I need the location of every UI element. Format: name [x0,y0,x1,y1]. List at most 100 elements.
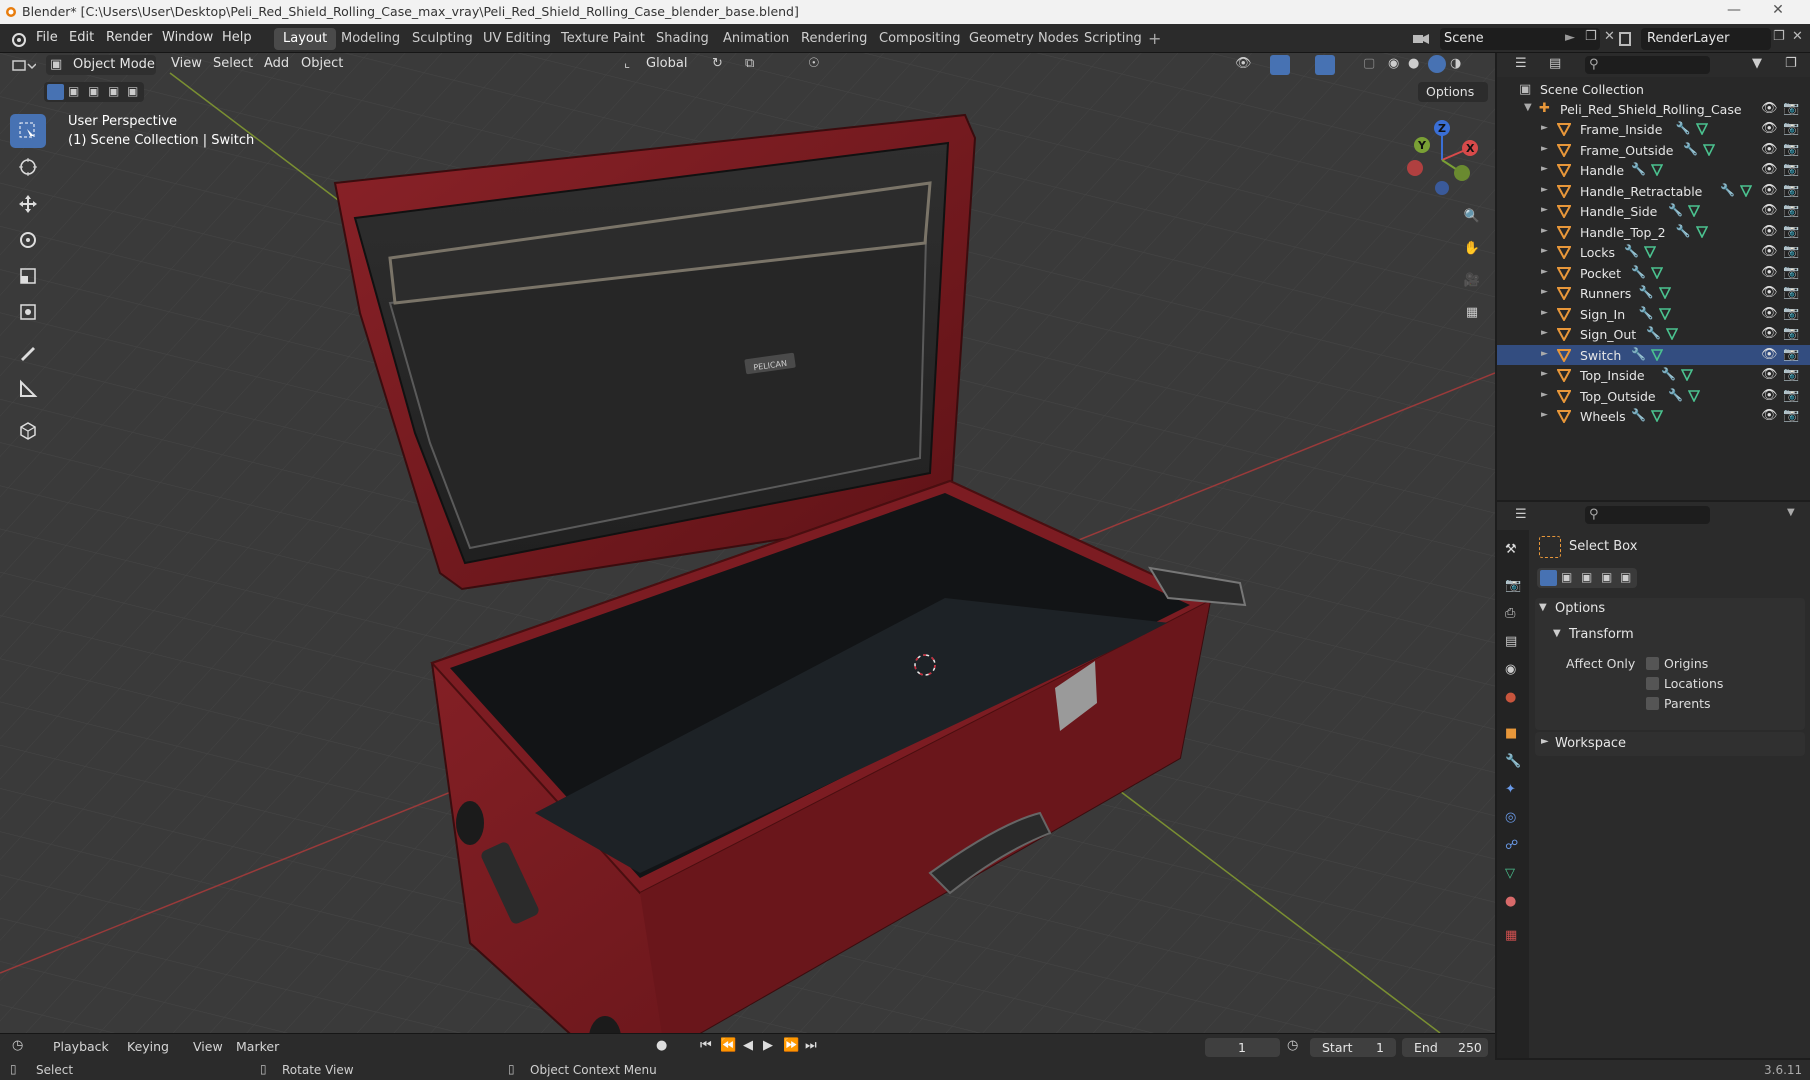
expand-arrow-icon[interactable]: ► [1541,287,1548,297]
tab-scripting[interactable]: Scripting [1075,28,1151,50]
modifier-wrench-icon[interactable]: 🔧 [1631,408,1646,422]
solid-shading-icon[interactable]: ● [1408,56,1419,71]
select-subtract-icon[interactable]: ▣ [88,84,99,98]
current-frame-field[interactable]: 1 [1205,1038,1280,1057]
move-tool[interactable] [10,187,46,221]
modifier-wrench-icon[interactable]: 🔧 [1646,326,1661,340]
next-keyframe-icon[interactable]: ⏩ [783,1038,799,1053]
xray-icon[interactable]: ▢ [1363,56,1375,71]
ortho-toggle-icon[interactable]: ▦ [1458,298,1486,326]
visibility-eye-icon[interactable]: 👁 [1761,306,1778,321]
mesh-data-icon[interactable] [1688,205,1701,217]
modifier-wrench-icon[interactable]: 🔧 [1624,244,1639,258]
mesh-data-icon[interactable] [1658,307,1671,320]
render-camera-icon[interactable]: 📷 [1783,285,1799,300]
viewport-menu-object[interactable]: Object [301,56,343,71]
menu-help[interactable]: Help [222,30,252,45]
properties-editor-icon[interactable]: ☰ [1515,507,1527,522]
world-tab-icon[interactable]: ● [1505,690,1516,705]
visibility-eye-icon[interactable]: 👁 [1761,203,1778,218]
properties-options-icon[interactable]: ▼ [1787,507,1795,518]
record-icon[interactable]: ● [656,1038,667,1053]
render-camera-icon[interactable]: 📷 [1783,388,1799,403]
render-camera-icon[interactable]: 📷 [1783,121,1799,136]
outliner-row-object[interactable]: ► Pocket 🔧 👁 📷 [1497,263,1810,284]
visibility-eye-icon[interactable]: 👁 [1761,367,1778,382]
play-icon[interactable]: ▶ [763,1038,773,1053]
navigation-gizmo[interactable]: Z X Y [1400,118,1480,198]
modifier-wrench-icon[interactable]: 🔧 [1720,183,1735,197]
jump-end-icon[interactable]: ⏭ [805,1038,817,1053]
timeline-menu-keying[interactable]: Keying [127,1039,169,1054]
rotate-tool[interactable] [10,223,46,257]
render-camera-icon[interactable]: 📷 [1783,367,1799,382]
viewport-menu-select[interactable]: Select [213,56,253,71]
menu-file[interactable]: File [36,30,58,45]
object-tab-icon[interactable]: ■ [1505,726,1517,741]
expand-arrow-icon[interactable]: ► [1541,185,1548,195]
material-shading-icon[interactable] [1428,55,1446,73]
new-layer-icon[interactable]: ❐ [1773,29,1785,44]
menu-render[interactable]: Render [106,30,152,45]
render-camera-icon[interactable]: 📷 [1783,244,1799,259]
outliner-row-object[interactable]: ► Handle_Retractable 🔧 👁 📷 [1497,181,1810,202]
snap-icon[interactable]: ⧉ [745,56,754,71]
mesh-data-icon[interactable] [1658,287,1671,299]
visibility-icon[interactable]: 👁 [1235,56,1252,71]
expand-arrow-icon[interactable]: ► [1541,328,1548,338]
data-tab-icon[interactable]: ▽ [1505,866,1515,881]
visibility-eye-icon[interactable]: 👁 [1761,347,1778,362]
select-new-icon[interactable] [47,84,64,100]
tab-shading[interactable]: Shading [647,28,718,50]
outliner-row-scene-collection[interactable]: ▣ Scene Collection [1497,79,1810,100]
visibility-eye-icon[interactable]: 👁 [1761,388,1778,403]
mode-dropdown[interactable]: ▣ Object Mode [46,55,156,75]
outliner-row-object[interactable]: ► Handle 🔧 👁 📷 [1497,160,1810,181]
outliner-row-collection[interactable]: ▼ ✚ Peli_Red_Shield_Rolling_Case 👁 📷 [1497,99,1810,120]
filter-icon[interactable]: ▼ [1752,56,1762,71]
scene-icon[interactable] [1411,31,1433,47]
mesh-data-icon[interactable] [1666,328,1679,340]
tab-sculpting[interactable]: Sculpting [403,28,482,50]
jump-start-icon[interactable]: ⏮ [700,1038,712,1053]
render-camera-icon[interactable]: 📷 [1783,326,1799,341]
expand-arrow-icon[interactable]: ▼ [1524,102,1532,113]
transform-subpanel-title[interactable]: Transform [1569,627,1634,642]
modifier-wrench-icon[interactable]: 🔧 [1661,367,1676,381]
outliner-row-object[interactable]: ► Sign_In 🔧 👁 📷 [1497,304,1810,325]
editor-type-icon[interactable] [12,58,36,72]
outliner-row-object[interactable]: ► Handle_Top_2 🔧 👁 📷 [1497,222,1810,243]
tab-modeling[interactable]: Modeling [332,28,409,50]
mode-subtract-icon[interactable]: ▣ [1581,570,1592,584]
blender-menu-icon[interactable] [10,31,26,47]
scene-tab-icon[interactable]: ◉ [1505,662,1516,677]
3d-viewport[interactable]: PELICAN [0,53,1495,1033]
mesh-data-icon[interactable] [1644,246,1656,258]
render-tab-icon[interactable]: 📷 [1505,578,1521,593]
locations-checkbox[interactable] [1646,677,1659,690]
render-camera-icon[interactable]: 📷 [1783,408,1799,423]
mesh-data-icon[interactable] [1681,369,1693,381]
render-camera-icon[interactable]: 📷 [1783,183,1799,198]
start-frame-field[interactable]: Start 1 [1310,1038,1396,1057]
modifier-wrench-icon[interactable]: 🔧 [1668,388,1683,402]
minimize-icon[interactable]: — [1712,2,1756,22]
expand-arrow-icon[interactable]: ► [1541,308,1548,318]
visibility-eye-icon[interactable]: 👁 [1761,285,1778,300]
render-camera-icon[interactable]: 📷 [1783,306,1799,321]
pivot-icon[interactable]: ↻ [712,56,723,71]
mode-invert-icon[interactable]: ▣ [1601,570,1612,584]
expand-arrow-icon[interactable]: ► [1541,205,1548,215]
timeline-menu-playback[interactable]: Playback [53,1039,109,1054]
modifier-wrench-icon[interactable]: 🔧 [1639,306,1654,320]
transform-orientation-dropdown[interactable]: Global [646,56,687,71]
pin-icon[interactable]: ► [1565,30,1575,45]
annotate-tool[interactable] [10,336,46,370]
new-collection-icon[interactable]: ❐ [1785,56,1797,71]
modifier-tab-icon[interactable]: 🔧 [1505,754,1521,769]
viewport-menu-view[interactable]: View [171,56,202,71]
add-cube-tool[interactable] [10,414,46,448]
visibility-eye-icon[interactable]: 👁 [1761,244,1778,259]
origins-checkbox[interactable] [1646,657,1659,670]
modifier-wrench-icon[interactable]: 🔧 [1631,265,1646,279]
